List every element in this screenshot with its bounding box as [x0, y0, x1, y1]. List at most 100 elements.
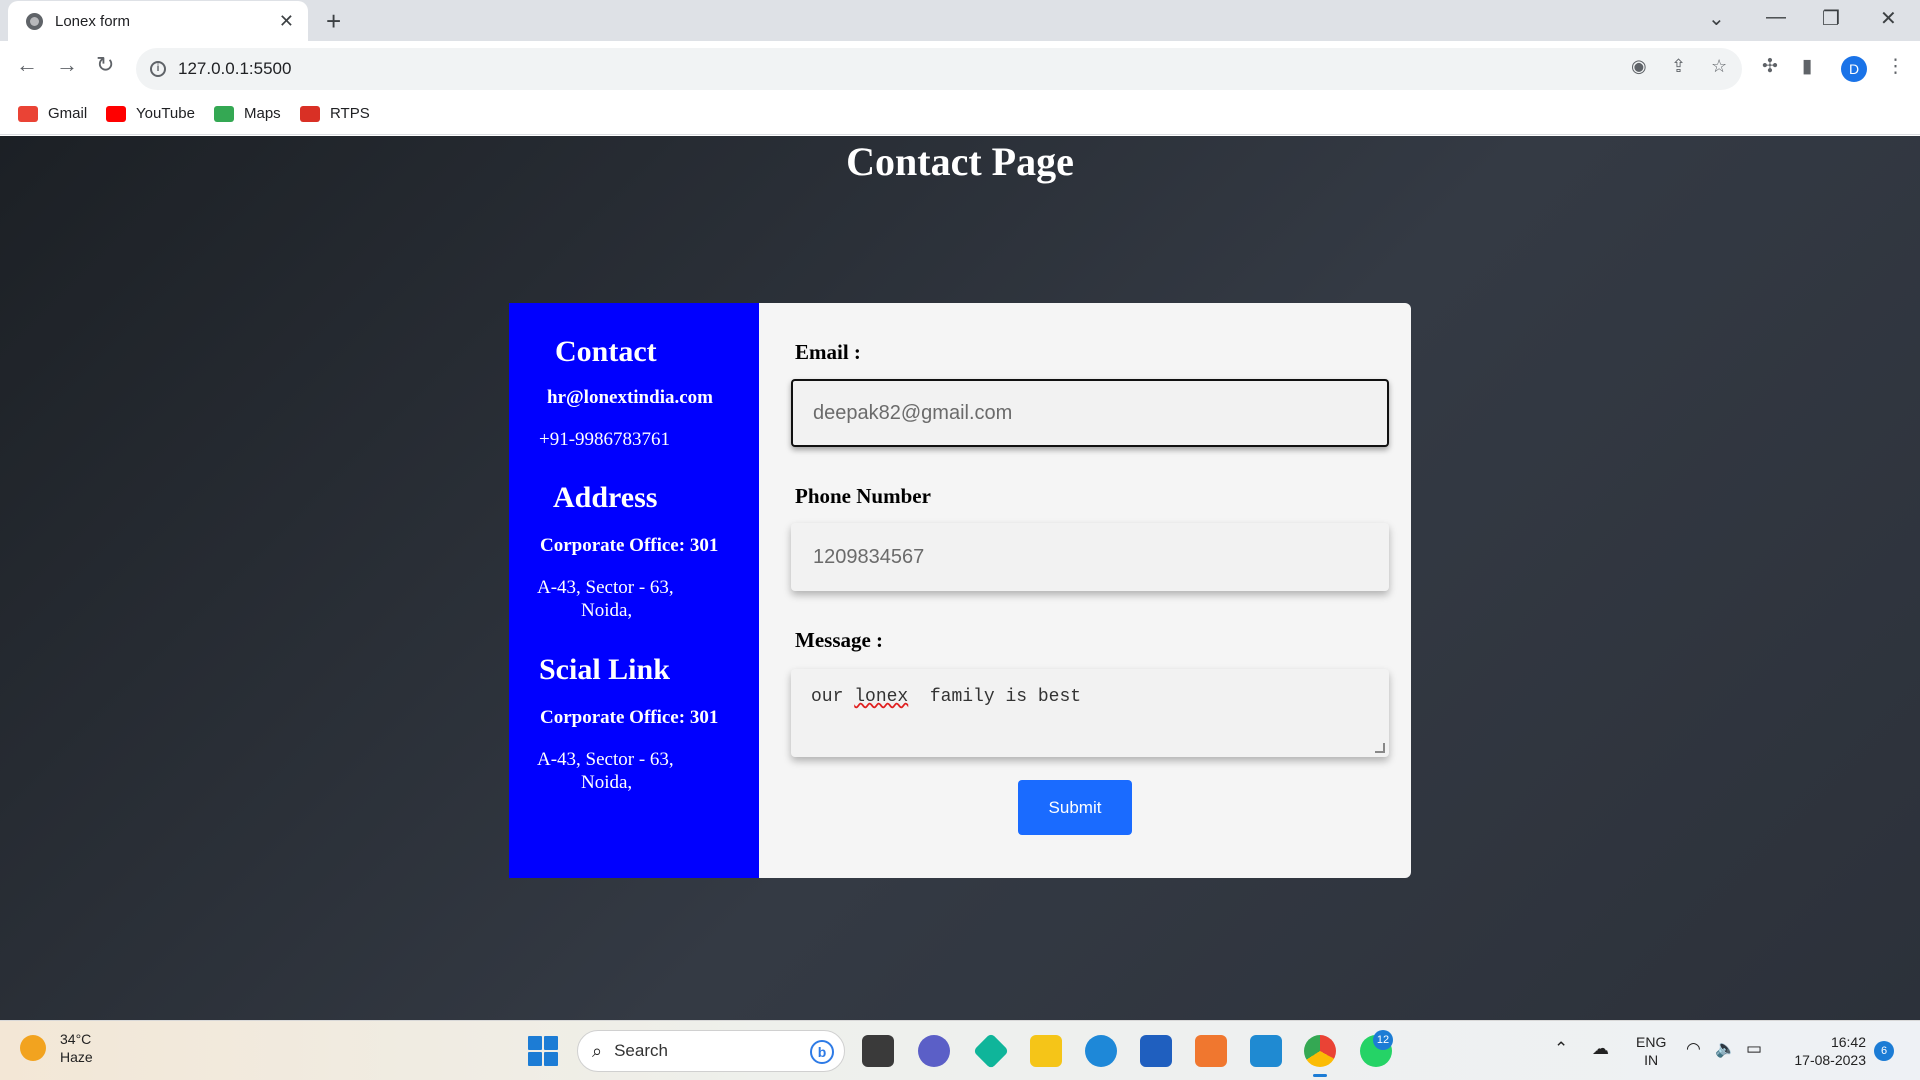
clock[interactable]: 16:42 17-08-2023 [1786, 1033, 1866, 1069]
side-panel-icon[interactable]: ▮ [1802, 55, 1812, 78]
windows-logo-tile [544, 1036, 558, 1050]
bookmark-label: Gmail [48, 105, 88, 122]
social-office: Corporate Office: 301 [540, 707, 719, 728]
language-indicator[interactable]: ENG IN [1636, 1033, 1666, 1069]
wifi-icon[interactable]: ◠ [1686, 1039, 1701, 1059]
bookmark-youtube[interactable]: YouTube [106, 105, 195, 122]
bookmark-gmail[interactable]: Gmail [18, 105, 87, 122]
whatsapp-badge: 12 [1373, 1030, 1393, 1050]
contact-sidebar: Contact hr@lonextindia.com +91-998678376… [509, 303, 759, 878]
xampp-icon[interactable] [1195, 1035, 1227, 1067]
phone-label: Phone Number [795, 484, 931, 508]
url-text: 127.0.0.1:5500 [178, 59, 292, 78]
windows-taskbar: 34°C Haze ⌕ Search b 12 ⌃ ☁ ENG IN ◠ 🔈 ▭… [0, 1020, 1920, 1080]
weather-condition: Haze [60, 1049, 93, 1065]
chrome-icon[interactable] [1304, 1035, 1336, 1077]
temperature: 34°C [60, 1031, 92, 1047]
back-icon[interactable]: ← [16, 52, 38, 78]
start-button[interactable] [528, 1036, 558, 1066]
contact-email: hr@lonextindia.com [547, 387, 713, 408]
address-line2: Noida, [581, 600, 633, 621]
bookmark-label: RTPS [330, 105, 370, 122]
clock-date: 17-08-2023 [1794, 1052, 1866, 1068]
battery-icon[interactable]: ▭ [1746, 1039, 1762, 1059]
chevron-up-icon[interactable]: ⌃ [1554, 1039, 1568, 1059]
diamond-app-icon[interactable] [972, 1032, 1010, 1070]
site-info-icon[interactable]: i [150, 61, 166, 77]
bookmark-label: YouTube [136, 105, 195, 122]
globe-icon [26, 12, 43, 30]
social-heading: Scial Link [539, 653, 670, 686]
page-title: Contact Page [846, 139, 1074, 184]
address-bar[interactable]: i 127.0.0.1:5500 [136, 48, 1742, 90]
resize-handle-icon[interactable] [1375, 743, 1385, 753]
bookmark-rtps[interactable]: RTPS [300, 105, 370, 122]
submit-button[interactable]: Submit [1018, 780, 1132, 835]
bookmark-label: Maps [244, 105, 281, 122]
maps-icon [214, 105, 234, 122]
task-view-icon[interactable] [862, 1035, 894, 1067]
profile-avatar[interactable]: D [1841, 56, 1867, 82]
page-viewport: Contact Page Contact hr@lonextindia.com … [0, 136, 1920, 1020]
bookmark-maps[interactable]: Maps [214, 105, 281, 122]
misspelled-word: lonex [854, 687, 909, 707]
contact-card: Contact hr@lonextindia.com +91-998678376… [509, 303, 1411, 878]
minimize-icon[interactable]: — [1766, 6, 1786, 29]
vscode-icon[interactable] [1250, 1035, 1282, 1067]
browser-toolbar: ← → ↻ i 127.0.0.1:5500 ◉ ⇪ ☆ [0, 41, 1920, 97]
email-label: Email : [795, 340, 861, 364]
email-field[interactable]: deepak82@gmail.com [791, 379, 1389, 447]
maximize-icon[interactable]: ❐ [1822, 6, 1840, 31]
haze-sun-icon [20, 1035, 46, 1061]
windows-logo-tile [528, 1036, 542, 1050]
volume-icon[interactable]: 🔈 [1715, 1039, 1736, 1059]
message-text-part: our [811, 687, 844, 707]
contact-heading: Contact [555, 335, 657, 368]
edge-icon[interactable] [1085, 1035, 1117, 1067]
new-tab-icon[interactable]: + [326, 6, 341, 37]
address-line1: A-43, Sector - 63, [537, 577, 674, 598]
address-office: Corporate Office: 301 [540, 535, 719, 556]
browser-tab-strip: Lonex form ✕ + ⌄ — ❐ ✕ [0, 0, 1920, 41]
menu-icon[interactable]: ⋮ [1886, 55, 1905, 78]
bookmark-star-icon[interactable]: ☆ [1711, 56, 1727, 77]
store-icon[interactable] [1140, 1035, 1172, 1067]
gmail-icon [18, 105, 38, 122]
search-icon: ⌕ [592, 1040, 603, 1061]
social-line1: A-43, Sector - 63, [537, 749, 674, 770]
close-tab-icon[interactable]: ✕ [279, 11, 294, 32]
forward-icon[interactable]: → [56, 52, 78, 78]
taskbar-search[interactable]: ⌕ Search b [577, 1030, 845, 1072]
onedrive-icon[interactable]: ☁ [1592, 1039, 1609, 1059]
bing-icon[interactable]: b [810, 1040, 834, 1064]
browser-tab[interactable]: Lonex form ✕ [8, 1, 308, 41]
lang-code: ENG [1636, 1034, 1667, 1050]
extensions-icon[interactable]: ✣ [1762, 55, 1778, 78]
rtps-icon [300, 105, 320, 122]
reload-icon[interactable]: ↻ [96, 52, 114, 78]
eye-icon[interactable]: ◉ [1631, 56, 1647, 77]
social-line2: Noida, [581, 772, 633, 793]
tab-search-icon[interactable]: ⌄ [1708, 6, 1725, 31]
youtube-icon [106, 105, 126, 122]
contact-phone: +91-9986783761 [539, 429, 671, 450]
contact-form: Email : deepak82@gmail.com Phone Number … [759, 303, 1411, 878]
file-explorer-icon[interactable] [1030, 1035, 1062, 1067]
message-text-part: family is best [929, 687, 1082, 707]
weather-widget[interactable]: 34°C Haze [20, 1030, 93, 1066]
lang-region: IN [1644, 1052, 1659, 1068]
notification-count[interactable]: 6 [1874, 1041, 1894, 1061]
close-window-icon[interactable]: ✕ [1880, 6, 1897, 31]
address-heading: Address [553, 481, 658, 514]
share-icon[interactable]: ⇪ [1671, 56, 1686, 77]
tab-title: Lonex form [55, 12, 131, 30]
search-placeholder: Search [614, 1041, 668, 1060]
message-label: Message : [795, 628, 884, 652]
windows-logo-tile [528, 1052, 542, 1066]
windows-logo-tile [544, 1052, 558, 1066]
bookmarks-bar: Gmail YouTube Maps RTPS [0, 97, 1920, 135]
phone-field[interactable]: 1209834567 [791, 523, 1389, 591]
clock-time: 16:42 [1830, 1034, 1866, 1050]
teams-chat-icon[interactable] [918, 1035, 950, 1067]
message-textarea[interactable]: our lonex family is best [791, 669, 1389, 757]
